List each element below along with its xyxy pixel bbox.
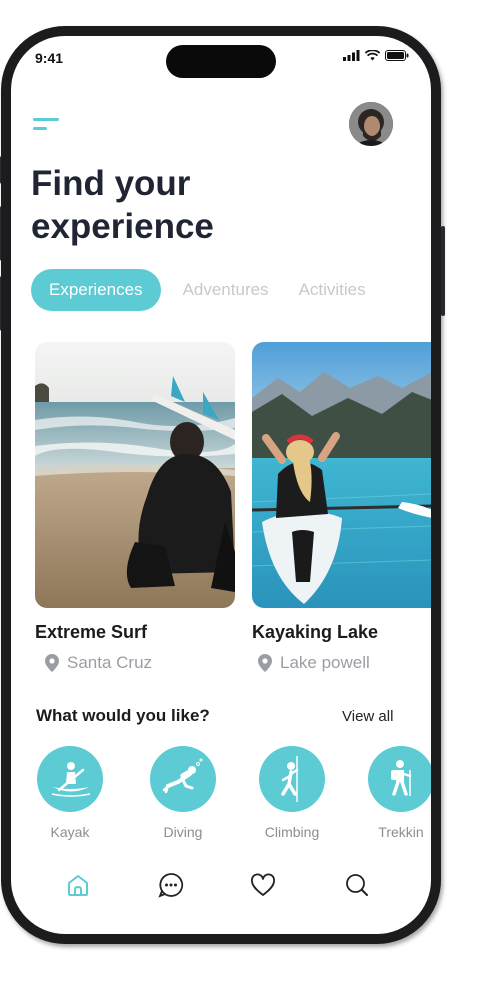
volume-down-button — [0, 276, 1, 331]
card-title-surf: Extreme Surf — [35, 622, 148, 642]
category-diving[interactable]: Diving — [148, 746, 218, 840]
category-climbing[interactable]: Climbing — [257, 746, 327, 840]
page-title-line1: Find your — [31, 164, 191, 203]
tab-experiences[interactable]: Experiences — [31, 269, 161, 311]
volume-up-button — [0, 206, 1, 261]
trekking-icon — [368, 746, 431, 812]
kayaking-photo — [252, 342, 431, 608]
card-location-surf: Santa Cruz — [35, 653, 235, 673]
experience-card-surf[interactable]: Extreme Surf Santa Cruz — [35, 342, 235, 673]
tab-adventures[interactable]: Adventures — [161, 269, 287, 311]
view-all-link[interactable]: View all — [342, 708, 393, 725]
user-avatar[interactable] — [349, 102, 393, 146]
card-location-kayaking-label: Lake powell — [280, 653, 370, 672]
phone-frame: 9:41 Find your experience Experiences Ad… — [0, 26, 445, 944]
wifi-icon — [365, 50, 380, 61]
home-icon[interactable] — [64, 871, 94, 901]
power-button — [441, 226, 445, 316]
kayak-icon — [37, 746, 103, 812]
category-tabs: Experiences Adventures Activities — [31, 269, 384, 311]
tab-activities[interactable]: Activities — [287, 269, 384, 311]
diving-icon — [150, 746, 216, 812]
status-time: 9:41 — [35, 50, 64, 66]
category-trekking[interactable]: Trekkin — [366, 746, 431, 840]
menu-icon[interactable] — [33, 116, 63, 138]
category-kayak[interactable]: Kayak — [35, 746, 105, 840]
surf-photo — [35, 342, 235, 608]
category-label-kayak: Kayak — [50, 824, 90, 840]
heart-icon[interactable] — [249, 871, 279, 901]
card-location-surf-label: Santa Cruz — [67, 653, 153, 672]
activity-categories: Kayak Diving Climbing Trekkin — [37, 746, 431, 846]
app-screen: 9:41 Find your experience Experiences Ad… — [11, 36, 431, 934]
category-label-trekking: Trekkin — [378, 824, 424, 840]
mute-switch — [0, 156, 1, 184]
section-title: What would you like? — [36, 706, 210, 725]
location-pin-icon — [45, 654, 59, 672]
search-icon[interactable] — [343, 871, 373, 901]
location-pin-icon — [258, 654, 272, 672]
page-title: Find your experience — [31, 162, 214, 248]
chat-icon[interactable] — [157, 871, 187, 901]
page-title-line2: experience — [31, 207, 214, 246]
status-icons — [343, 50, 409, 61]
experience-cards: Extreme Surf Santa Cruz Kayaking Lake La… — [29, 342, 431, 692]
card-title-kayaking: Kayaking Lake — [252, 622, 379, 642]
card-location-kayaking: Lake powell — [252, 653, 431, 673]
dynamic-island — [166, 45, 276, 78]
battery-icon — [385, 50, 409, 61]
experience-card-kayaking[interactable]: Kayaking Lake Lake powell — [252, 342, 431, 673]
signal-icon — [343, 50, 360, 61]
bottom-nav — [11, 871, 431, 911]
climbing-icon — [259, 746, 325, 812]
category-label-climbing: Climbing — [264, 824, 320, 840]
category-label-diving: Diving — [163, 824, 203, 840]
